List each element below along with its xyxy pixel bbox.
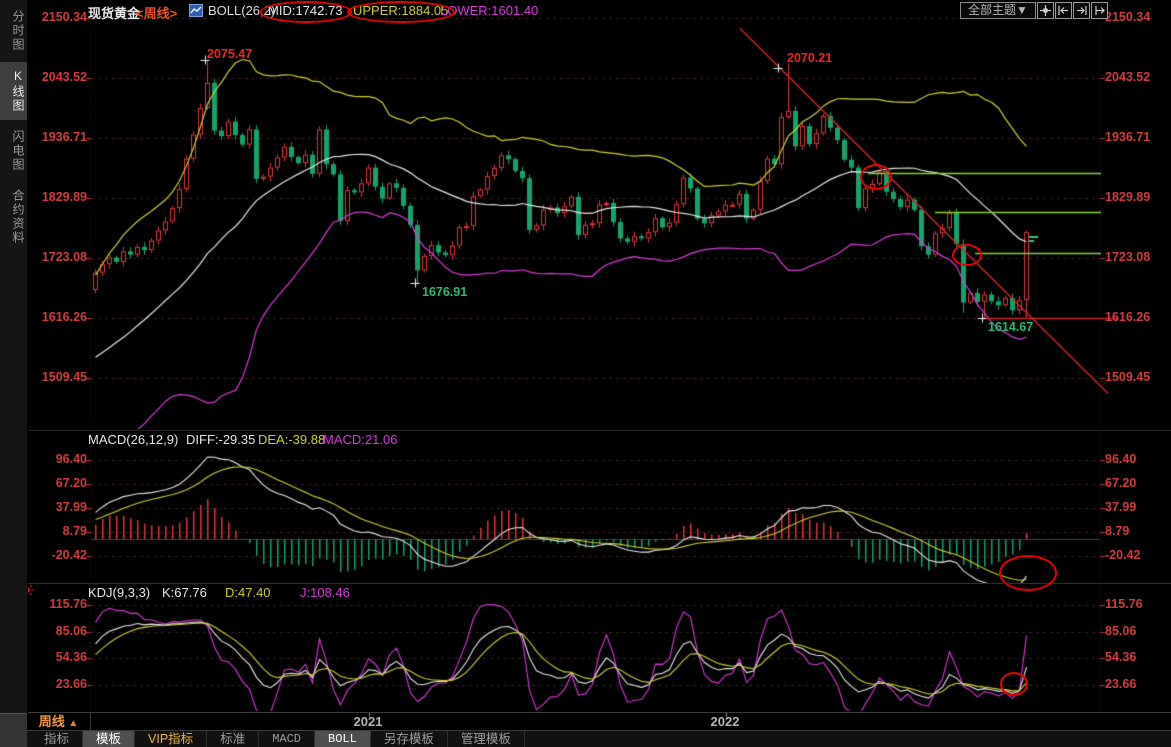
price-axis-label: 1723.08 [1105,250,1150,264]
tab-管理模板[interactable]: 管理模板 [448,731,525,747]
tab-MACD[interactable]: MACD [259,731,315,747]
x-axis-year-label: 2022 [711,714,740,729]
pane-separator [0,712,1171,713]
sidebar-item-闪电图[interactable]: 闪电图 [0,123,27,179]
zoom-out-horizontal-icon[interactable] [1055,2,1072,19]
price-axis-label: 1829.89 [1105,190,1150,204]
price-annotation-label: 2070.21 [787,51,832,65]
macd-axis-label: 8.79 [1105,524,1129,538]
macd-diff-value: DIFF:-29.35 [186,432,255,447]
price-annotation-label: 1614.67 [988,320,1033,334]
kdj-j-value: J:108.46 [300,585,350,600]
macd-axis-label: 67.20 [1105,476,1136,490]
sidebar-item-合约资料[interactable]: 合约资料 [0,182,27,252]
x-axis-year-label: 2021 [354,714,383,729]
zoom-in-horizontal-icon[interactable] [1073,2,1090,19]
theme-dropdown-button[interactable]: 全部主题▼ [960,2,1036,19]
kdj-k-value: K:67.76 [162,585,207,600]
tab-标准[interactable]: 标准 [207,731,259,747]
tab-BOLL[interactable]: BOLL [315,731,371,747]
crosshair-icon[interactable] [1037,2,1054,19]
tab-指标[interactable]: 指标 [31,731,83,747]
period-selector[interactable]: 周线 ▲ [27,713,91,730]
symbol-title: 现货黄金 [88,3,140,22]
price-annotation-label: 1676.91 [422,285,467,299]
sidebar: 分时图 K线图闪电图合约资料 [0,0,28,713]
price-axis-label: 1616.26 [28,310,87,324]
period-label: 周线 [39,714,65,729]
price-axis-label: 2043.52 [1105,70,1150,84]
macd-axis-label: 37.99 [28,500,87,514]
boll-mid-value: MID:1742.73 [268,3,342,18]
price-axis-label: 1509.45 [28,370,87,384]
macd-axis-label: -20.42 [1105,548,1140,562]
bottom-tabbar: 指标模板VIP指标标准MACDBOLL另存模板管理模板 [27,730,1171,747]
macd-axis-label: 8.79 [28,524,87,538]
macd-axis-label: 37.99 [1105,500,1136,514]
pane-separator [28,583,1171,584]
chart-canvas[interactable] [0,0,1171,747]
line-chart-icon[interactable] [189,4,203,20]
price-axis-label: 1829.89 [28,190,87,204]
tab-模板[interactable]: 模板 [83,731,135,747]
price-axis-label: 1509.45 [1105,370,1150,384]
kdj-axis-label: 54.36 [1105,650,1136,664]
macd-dea-value: DEA:-39.88 [258,432,325,447]
price-axis-label: 1936.71 [28,130,87,144]
price-axis-label: 2150.34 [1105,10,1150,24]
sidebar-item-分时图[interactable]: 分时图 [0,3,27,59]
kdj-axis-label: 23.66 [1105,677,1136,691]
indicator-title: BOLL(26,2) [208,3,275,18]
price-axis-label: 1936.71 [1105,130,1150,144]
price-axis-label: 2150.34 [28,10,87,24]
pane-separator [28,430,1171,431]
macd-indicator-title: MACD(26,12,9) [88,432,178,447]
tab-另存模板[interactable]: 另存模板 [371,731,448,747]
kdj-d-value: D:47.40 [225,585,271,600]
kdj-axis-label: 54.36 [28,650,87,664]
kdj-axis-label: 115.76 [28,597,87,611]
kdj-axis-label: 115.76 [1105,597,1143,611]
macd-value: MACD:21.06 [323,432,397,447]
boll-lower-value: LOWER:1601.40 [440,3,538,18]
pan-right-icon[interactable] [1091,2,1108,19]
kdj-axis-label: 23.66 [28,677,87,691]
macd-axis-label: -20.42 [28,548,87,562]
boll-upper-value: UPPER:1884.05 [353,3,448,18]
trading-app-window: { "header": { "symbol": "现货黄金", "period_… [0,0,1171,747]
bottom-corner-cell [0,713,27,747]
tab-VIP指标[interactable]: VIP指标 [135,731,207,747]
macd-axis-label: 96.40 [1105,452,1136,466]
kdj-axis-label: 85.06 [28,624,87,638]
macd-axis-label: 96.40 [28,452,87,466]
period-tag: <周线> [136,3,177,22]
sidebar-item-K线图[interactable]: K线图 [0,62,27,120]
kdj-indicator-title: KDJ(9,3,3) [88,585,150,600]
kdj-axis-label: 85.06 [1105,624,1136,638]
price-axis-label: 1616.26 [1105,310,1150,324]
macd-axis-label: 67.20 [28,476,87,490]
price-axis-label: 2043.52 [28,70,87,84]
price-annotation-label: 2075.47 [207,47,252,61]
price-axis-label: 1723.08 [28,250,87,264]
period-up-arrow-icon: ▲ [68,718,78,729]
